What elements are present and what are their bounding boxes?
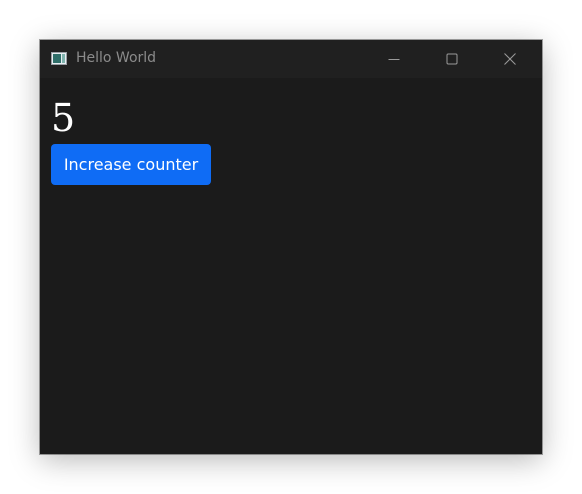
- maximize-icon: [446, 53, 458, 65]
- window-title: Hello World: [76, 50, 157, 66]
- increase-counter-button[interactable]: Increase counter: [51, 144, 211, 185]
- close-icon: [504, 53, 516, 65]
- desktop-background: Hello World 5 Increase counter: [0, 0, 582, 494]
- close-button[interactable]: [481, 40, 539, 78]
- maximize-button[interactable]: [423, 40, 481, 78]
- minimize-button[interactable]: [365, 40, 423, 78]
- title-bar[interactable]: Hello World: [40, 40, 542, 78]
- minimize-icon: [388, 59, 400, 60]
- window-content: 5 Increase counter: [40, 78, 542, 454]
- app-window: Hello World 5 Increase counter: [40, 40, 542, 454]
- application-window-icon: [51, 52, 67, 65]
- counter-value: 5: [51, 96, 76, 140]
